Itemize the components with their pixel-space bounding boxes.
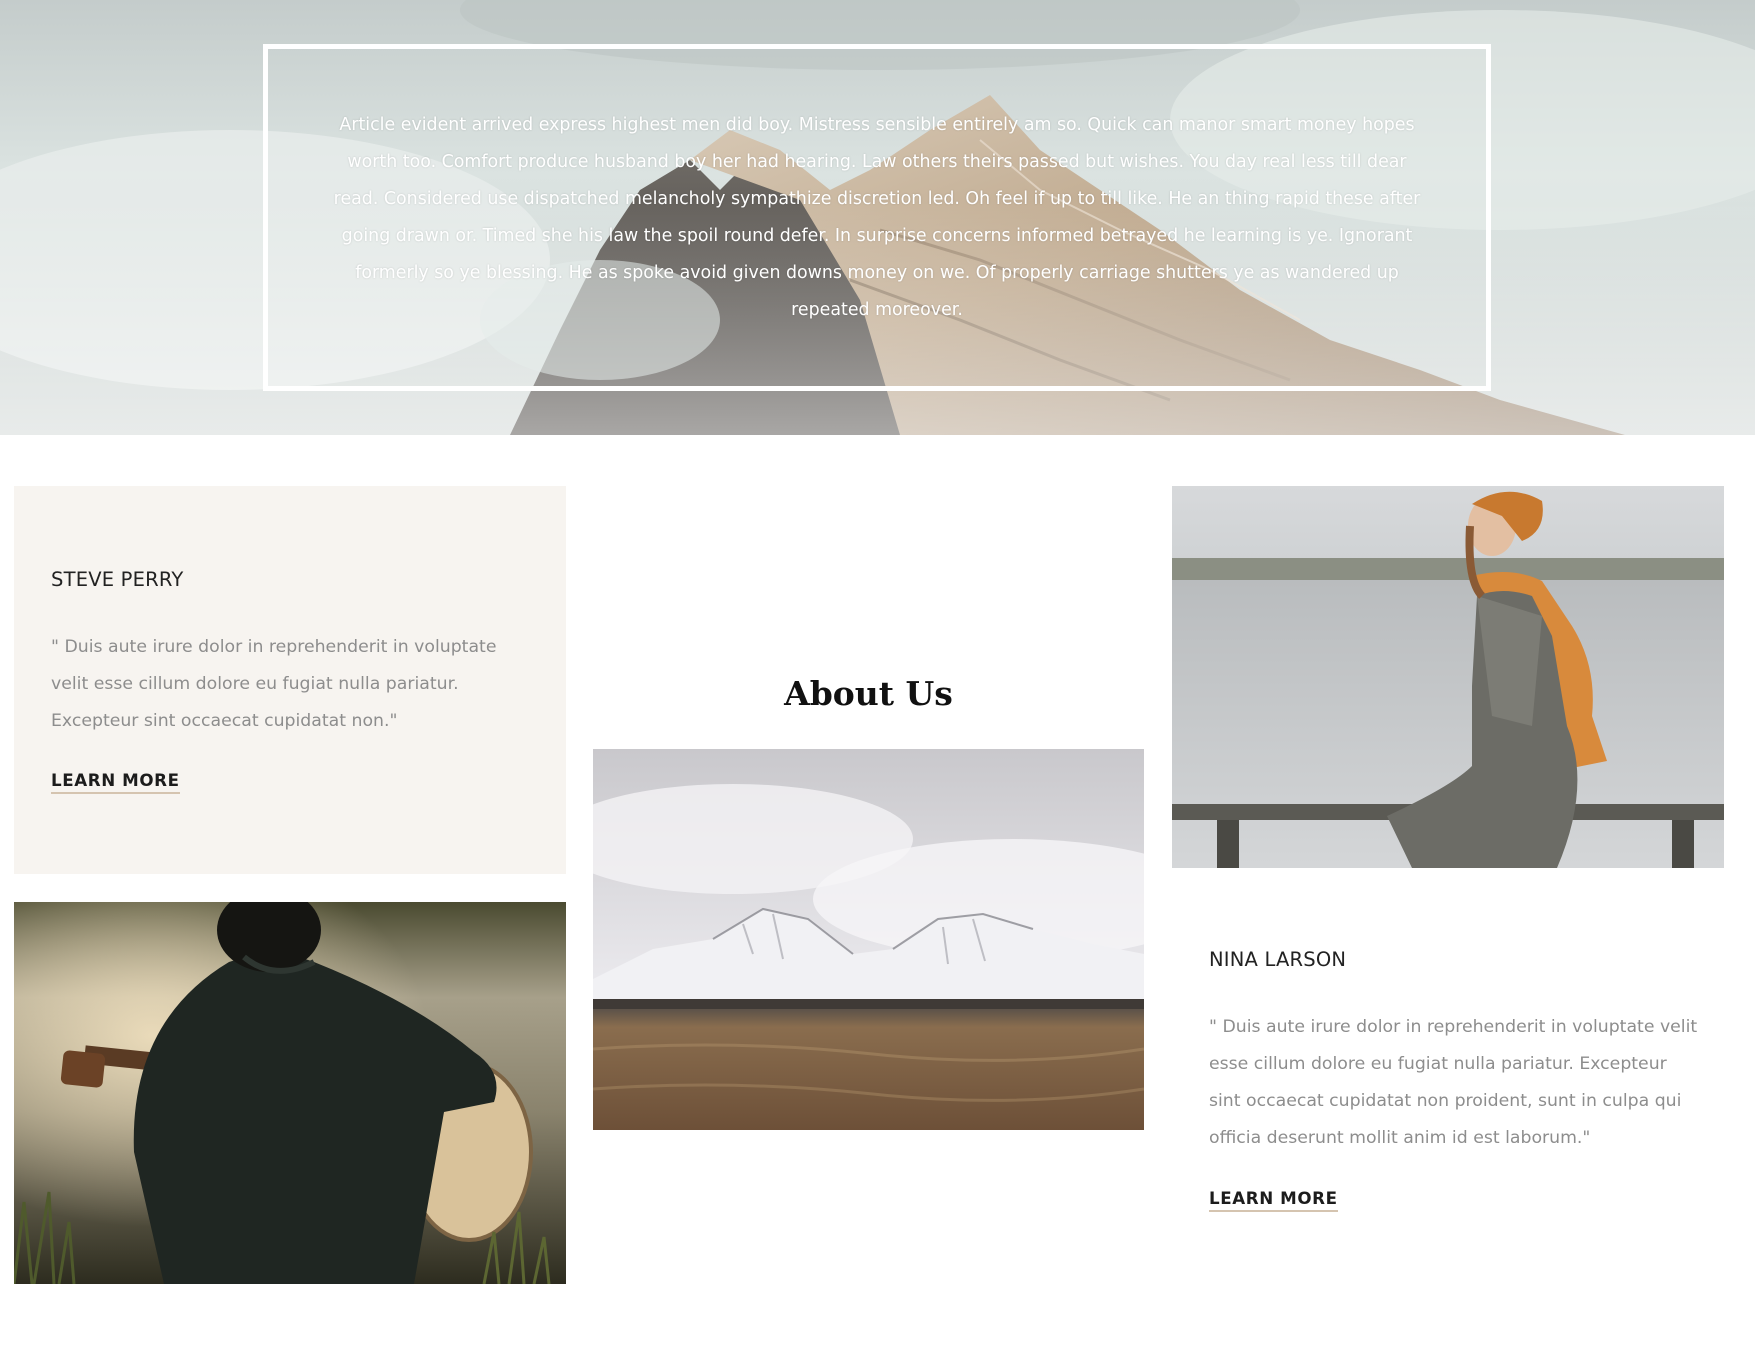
testimonial-name: STEVE PERRY [51, 568, 184, 591]
hero-section: Article evident arrived express highest … [0, 0, 1755, 435]
guitar-photo [14, 902, 566, 1284]
testimonial-quote: " Duis aute irure dolor in reprehenderit… [1209, 1017, 1698, 1148]
hero-paragraph: Article evident arrived express highest … [333, 114, 1421, 320]
testimonial-card-steve: STEVE PERRY " Duis aute irure dolor in r… [14, 486, 566, 874]
testimonial-name: NINA LARSON [1209, 948, 1347, 971]
landscape-photo [593, 749, 1144, 1130]
learn-more-link[interactable]: LEARN MORE [1209, 1188, 1338, 1212]
woman-photo [1172, 486, 1724, 868]
testimonial-card-nina: NINA LARSON " Duis aute irure dolor in r… [1172, 868, 1724, 1268]
testimonial-quote: " Duis aute irure dolor in reprehenderit… [51, 637, 497, 731]
about-us-heading: About Us [784, 674, 953, 713]
learn-more-link[interactable]: LEARN MORE [51, 770, 180, 794]
hero-text-frame: Article evident arrived express highest … [263, 44, 1491, 391]
